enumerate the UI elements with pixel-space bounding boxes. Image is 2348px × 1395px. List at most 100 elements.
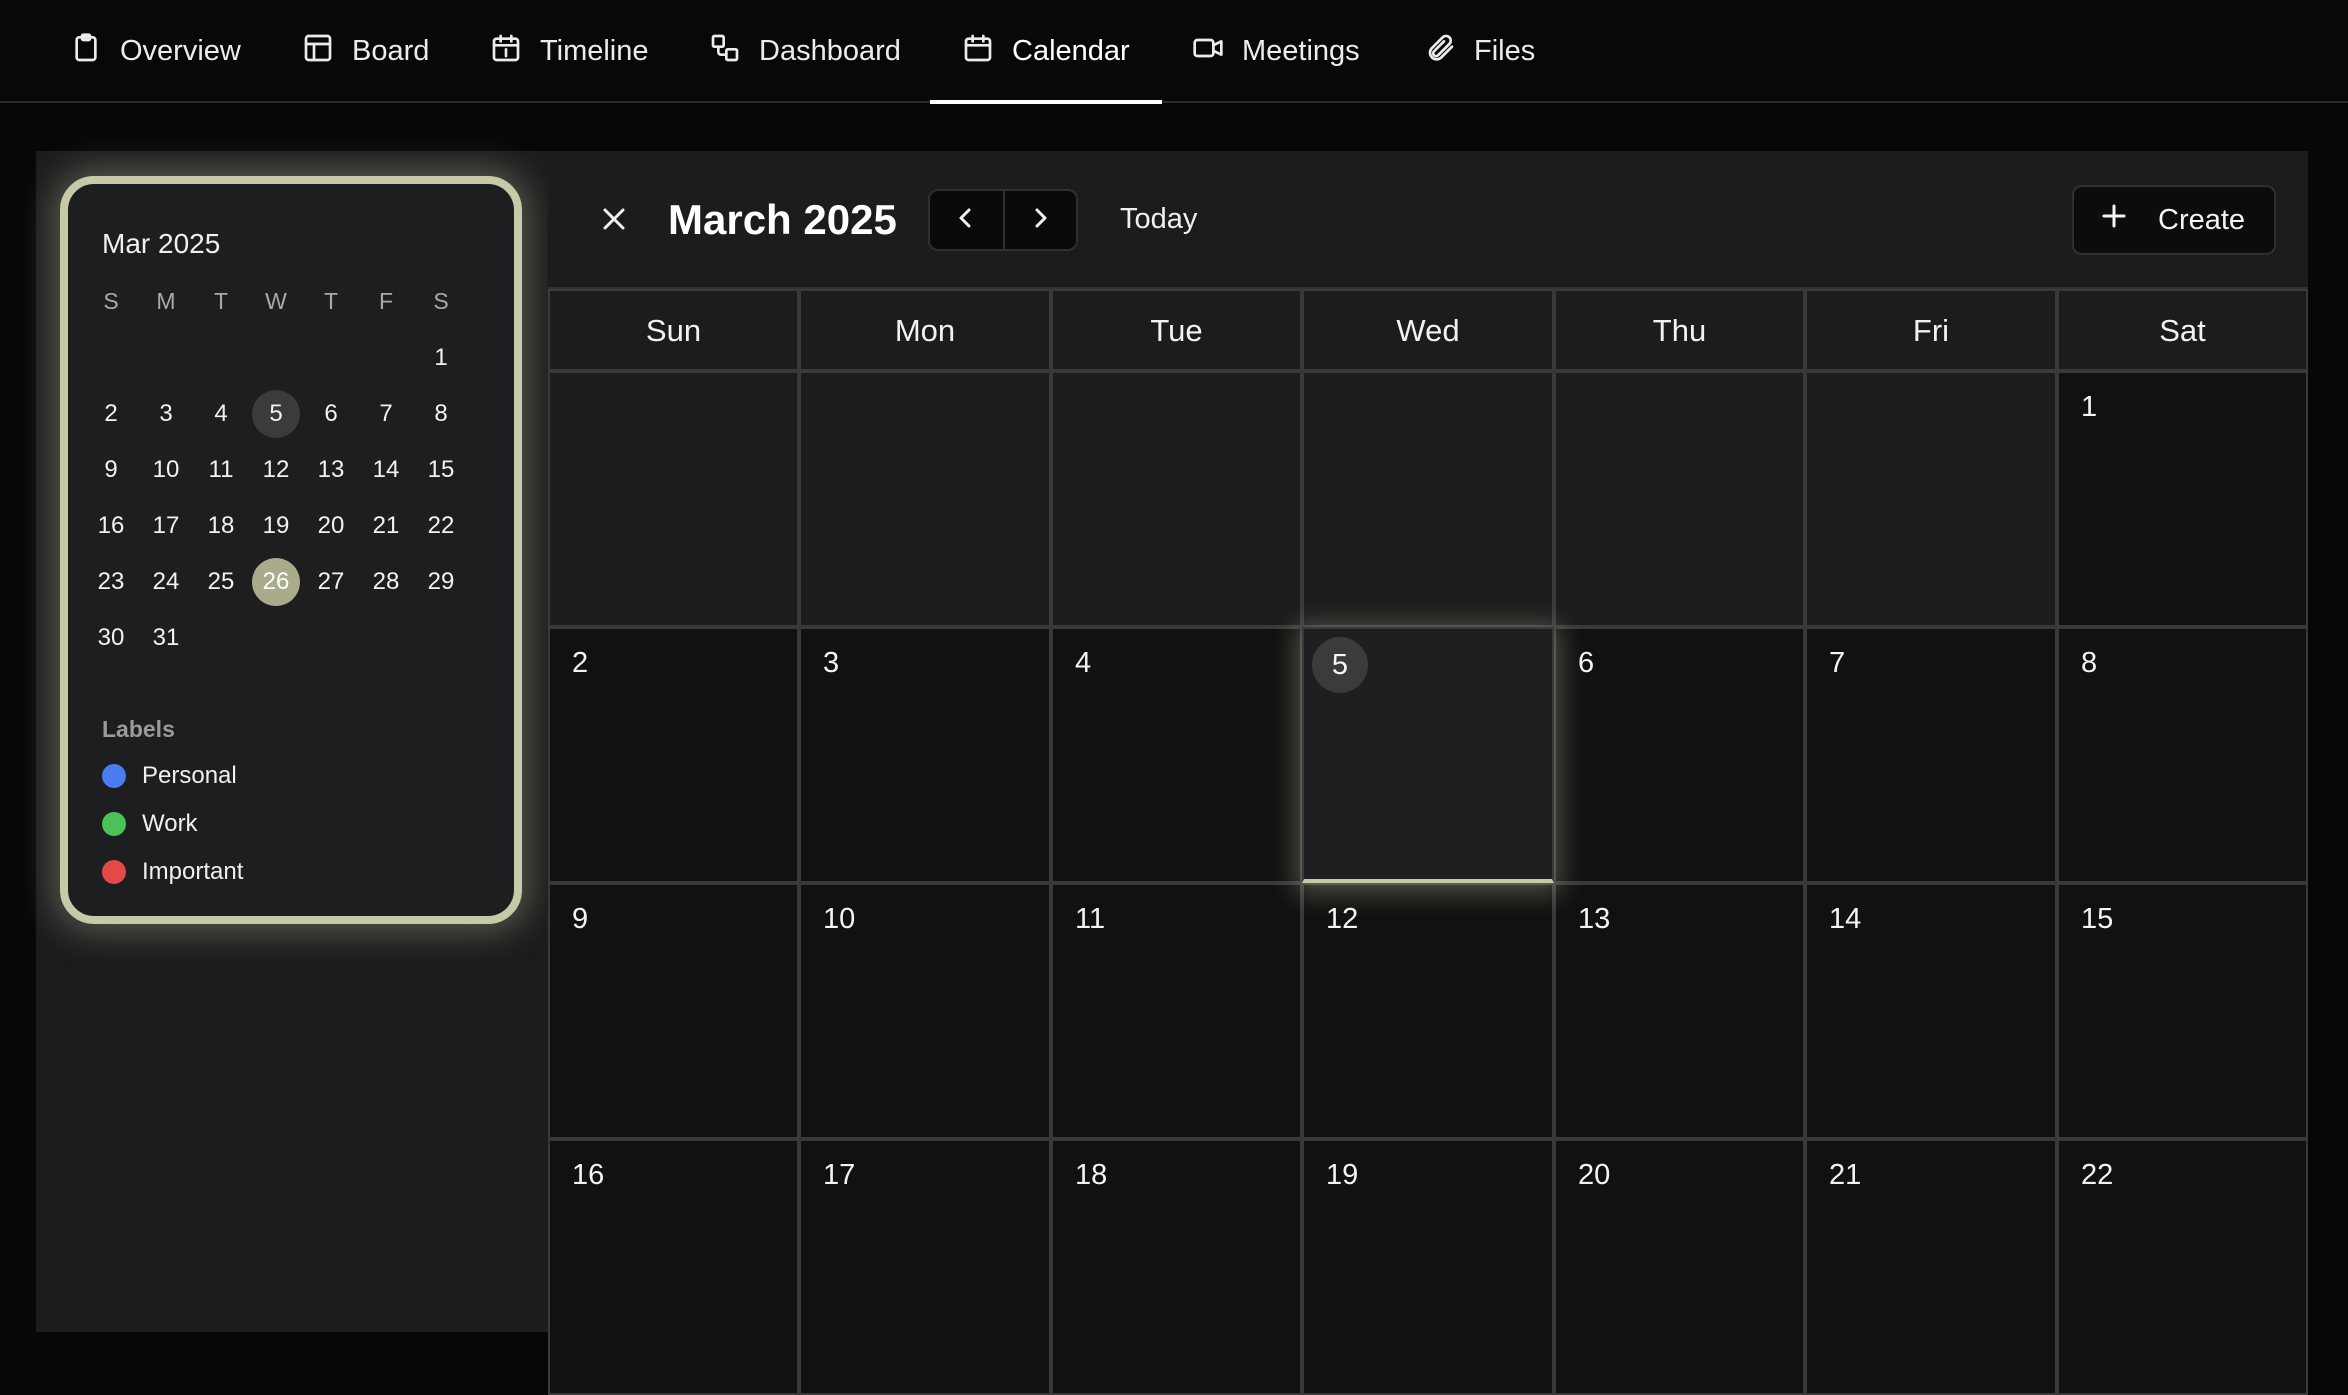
day-cell[interactable]: 14	[1805, 883, 2057, 1139]
tab-label: Files	[1474, 35, 1536, 67]
mini-calendar-day[interactable]: 9	[87, 446, 135, 494]
paperclip-icon	[1424, 32, 1456, 72]
day-cell[interactable]: 19	[1302, 1139, 1554, 1395]
board-icon	[302, 32, 334, 72]
mini-calendar-day[interactable]: 18	[197, 502, 245, 550]
day-cell[interactable]: 15	[2057, 883, 2308, 1139]
tab-calendar[interactable]: Calendar	[930, 0, 1162, 104]
weekday-header: Wed	[1302, 289, 1554, 371]
day-number: 19	[1326, 1159, 1359, 1191]
label-text: Personal	[142, 762, 237, 789]
label-important[interactable]: Important	[102, 858, 243, 886]
day-cell[interactable]: 5	[1302, 627, 1554, 883]
mini-calendar-day[interactable]: 8	[417, 390, 465, 438]
label-text: Work	[142, 810, 198, 837]
tab-meetings[interactable]: Meetings	[1192, 0, 1360, 103]
mini-calendar-day[interactable]: 22	[417, 502, 465, 550]
mini-calendar-day[interactable]: 30	[87, 614, 135, 662]
mini-calendar-day[interactable]: 16	[87, 502, 135, 550]
mini-calendar-day[interactable]: 5	[252, 390, 300, 438]
month-navigation	[928, 189, 1078, 251]
next-month-button[interactable]	[1002, 191, 1076, 249]
mini-calendar-day[interactable]: 29	[417, 558, 465, 606]
top-navigation: Overview Board Timeline Dashboard Calend…	[0, 0, 2348, 104]
mini-calendar-day[interactable]: 7	[362, 390, 410, 438]
mini-calendar-day[interactable]: 4	[197, 390, 245, 438]
mini-calendar-day[interactable]: 21	[362, 502, 410, 550]
empty-day-cell[interactable]	[1302, 371, 1554, 627]
mini-calendar-day[interactable]: 10	[142, 446, 190, 494]
day-cell[interactable]: 22	[2057, 1139, 2308, 1395]
create-button[interactable]: Create	[2072, 185, 2276, 255]
mini-calendar-day[interactable]: 25	[197, 558, 245, 606]
mini-calendar-day[interactable]: 28	[362, 558, 410, 606]
empty-day-cell[interactable]	[548, 371, 799, 627]
previous-month-button[interactable]	[930, 191, 1003, 249]
label-color-dot	[102, 812, 126, 836]
weekday-header: Tue	[1051, 289, 1302, 371]
day-cell[interactable]: 16	[548, 1139, 799, 1395]
mini-calendar-day[interactable]: 20	[307, 502, 355, 550]
mini-calendar-day[interactable]: 24	[142, 558, 190, 606]
tab-files[interactable]: Files	[1424, 0, 1535, 103]
day-cell[interactable]: 3	[799, 627, 1051, 883]
mini-calendar-day[interactable]: 1	[417, 334, 465, 382]
tab-label: Calendar	[1012, 35, 1130, 67]
day-cell[interactable]: 17	[799, 1139, 1051, 1395]
mini-calendar-day[interactable]: 12	[252, 446, 300, 494]
day-cell[interactable]: 12	[1302, 883, 1554, 1139]
empty-day-cell[interactable]	[1805, 371, 2057, 627]
empty-day-cell[interactable]	[1051, 371, 1302, 627]
mini-calendar-day[interactable]: 13	[307, 446, 355, 494]
today-button[interactable]: Today	[1120, 203, 1197, 236]
day-number: 1	[2081, 391, 2098, 423]
day-cell[interactable]: 1	[2057, 371, 2308, 627]
day-cell[interactable]: 13	[1554, 883, 1805, 1139]
label-color-dot	[102, 764, 126, 788]
mini-calendar: Mar 2025 S M T W T F S 1 2 3 4 5 6 7 8 9 10 11 12 13 14 15 16 1…	[60, 176, 522, 924]
mini-calendar-day[interactable]: 14	[362, 446, 410, 494]
day-cell[interactable]: 10	[799, 883, 1051, 1139]
day-number: 8	[2081, 647, 2098, 679]
close-button[interactable]	[596, 201, 632, 237]
weekday-header: Thu	[1554, 289, 1805, 371]
day-number: 11	[1075, 903, 1106, 935]
day-number: 6	[1578, 647, 1595, 679]
label-personal[interactable]: Personal	[102, 762, 237, 790]
mini-calendar-day[interactable]: 17	[142, 502, 190, 550]
mini-calendar-day[interactable]: 3	[142, 390, 190, 438]
day-cell[interactable]: 7	[1805, 627, 2057, 883]
tab-dashboard[interactable]: Dashboard	[709, 0, 901, 103]
tab-timeline[interactable]: Timeline	[490, 0, 649, 103]
day-number: 3	[823, 647, 840, 679]
empty-day-cell[interactable]	[1554, 371, 1805, 627]
label-color-dot	[102, 860, 126, 884]
video-icon	[1192, 32, 1224, 72]
day-cell[interactable]: 11	[1051, 883, 1302, 1139]
mini-weekday-label: M	[156, 288, 176, 314]
empty-day-cell[interactable]	[799, 371, 1051, 627]
day-cell[interactable]: 8	[2057, 627, 2308, 883]
mini-calendar-day[interactable]: 27	[307, 558, 355, 606]
mini-calendar-day[interactable]: 2	[87, 390, 135, 438]
mini-calendar-day[interactable]: 15	[417, 446, 465, 494]
day-number: 16	[572, 1159, 605, 1191]
day-cell[interactable]: 4	[1051, 627, 1302, 883]
day-cell[interactable]: 9	[548, 883, 799, 1139]
mini-calendar-day[interactable]: 31	[142, 614, 190, 662]
mini-calendar-day[interactable]: 26	[252, 558, 300, 606]
day-cell[interactable]: 20	[1554, 1139, 1805, 1395]
day-cell[interactable]: 6	[1554, 627, 1805, 883]
day-cell[interactable]: 21	[1805, 1139, 2057, 1395]
mini-calendar-day[interactable]: 11	[197, 446, 245, 494]
tab-overview[interactable]: Overview	[70, 0, 241, 103]
mini-calendar-day[interactable]: 6	[307, 390, 355, 438]
day-cell[interactable]: 2	[548, 627, 799, 883]
tab-board[interactable]: Board	[302, 0, 429, 103]
tab-label: Meetings	[1242, 35, 1360, 67]
mini-calendar-day[interactable]: 23	[87, 558, 135, 606]
weekday-header: Sun	[548, 289, 799, 371]
mini-calendar-day[interactable]: 19	[252, 502, 300, 550]
label-work[interactable]: Work	[102, 810, 198, 838]
day-cell[interactable]: 18	[1051, 1139, 1302, 1395]
